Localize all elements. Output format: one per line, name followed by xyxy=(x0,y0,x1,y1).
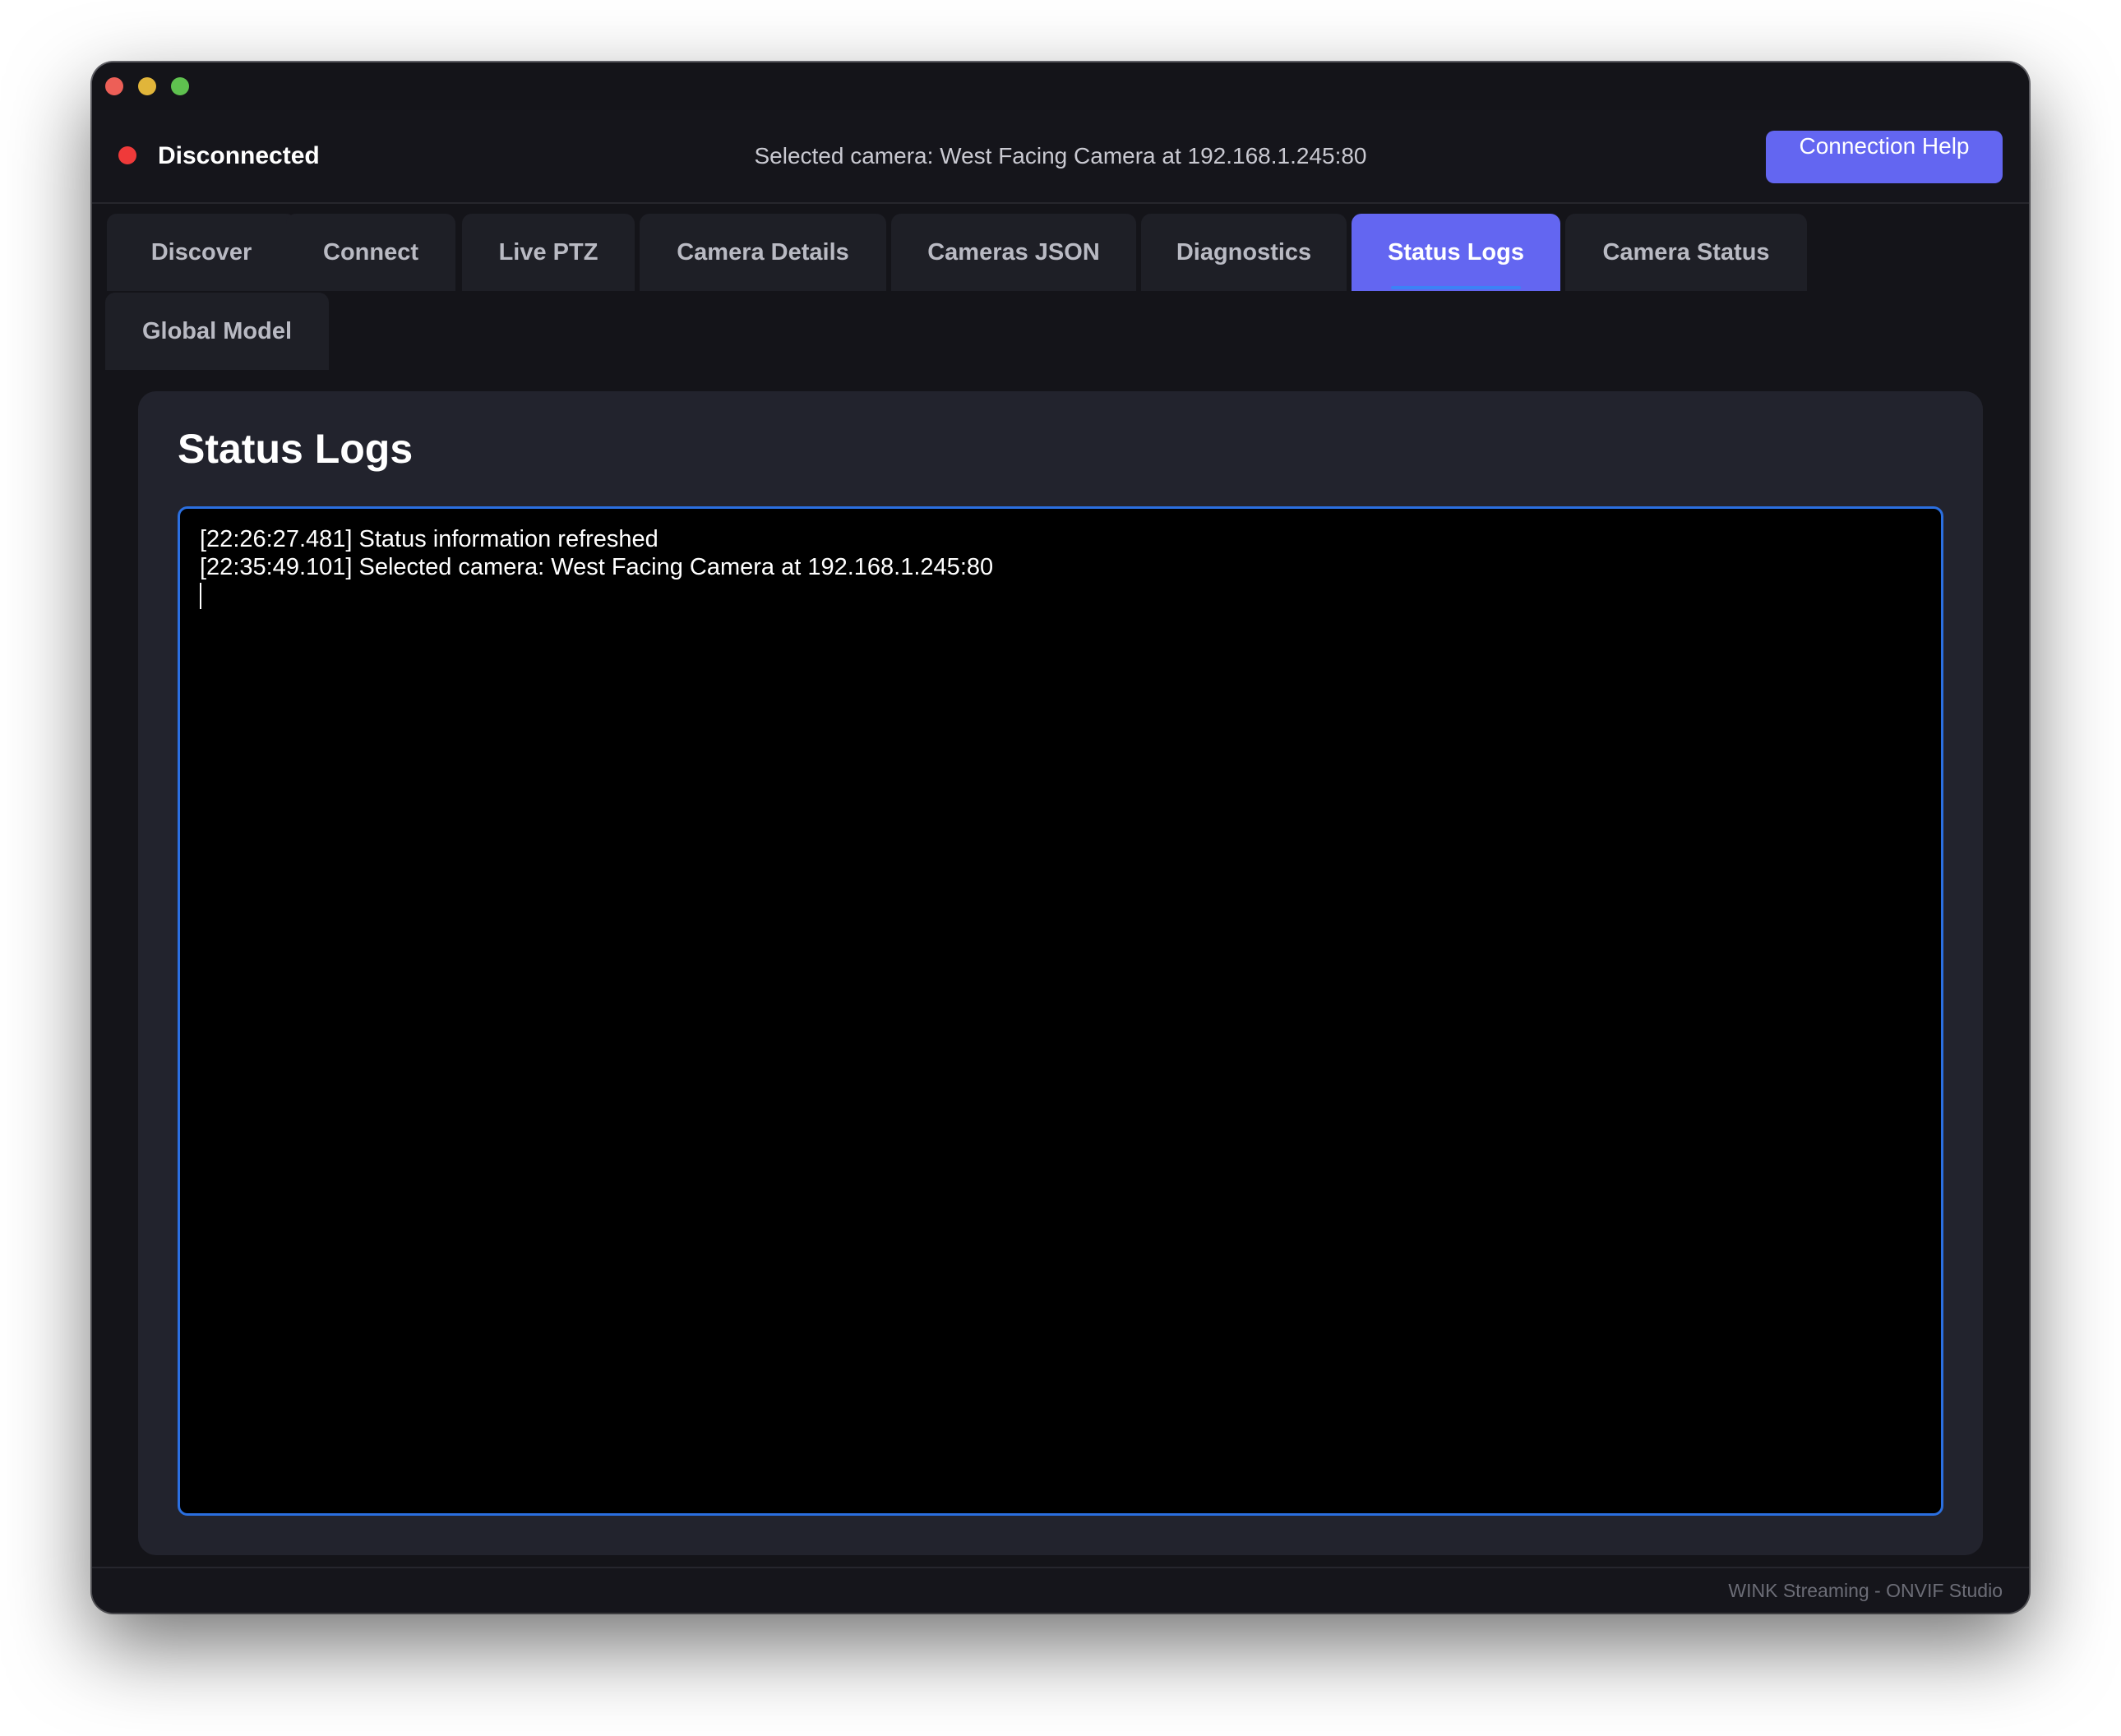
tab-live-ptz[interactable]: Live PTZ xyxy=(462,214,635,291)
tab-camera-details[interactable]: Camera Details xyxy=(640,214,886,291)
title-bar xyxy=(92,62,2029,108)
tab-discover[interactable]: Discover xyxy=(107,214,296,291)
status-log-textarea[interactable]: [22:26:27.481] Status information refres… xyxy=(178,506,1943,1516)
tab-diagnostics[interactable]: Diagnostics xyxy=(1141,214,1347,291)
tab-global-model[interactable]: Global Model xyxy=(105,293,329,370)
tab-status-logs[interactable]: Status Logs xyxy=(1352,214,1560,291)
log-line: [22:26:27.481] Status information refres… xyxy=(200,526,658,552)
text-cursor xyxy=(200,583,201,609)
footer-app-name: WINK Streaming - ONVIF Studio xyxy=(1728,1580,2003,1601)
panel-title: Status Logs xyxy=(178,426,414,472)
active-tab-indicator xyxy=(1391,286,1521,289)
status-logs-panel: Status Logs [22:26:27.481] Status inform… xyxy=(138,391,1983,1555)
selected-camera-text: Selected camera: West Facing Camera at 1… xyxy=(754,143,1367,169)
minimize-window-button[interactable] xyxy=(138,77,156,95)
connection-help-button[interactable]: Connection Help xyxy=(1766,131,2003,183)
app-window: Disconnected Selected camera: West Facin… xyxy=(92,62,2029,1613)
tab-cameras-json[interactable]: Cameras JSON xyxy=(891,214,1136,291)
maximize-window-button[interactable] xyxy=(171,77,189,95)
tab-camera-status[interactable]: Camera Status xyxy=(1565,214,1807,291)
connection-help-label: Connection Help xyxy=(1799,133,1970,159)
connection-status-bar: Disconnected Selected camera: West Facin… xyxy=(92,110,2029,204)
log-line: [22:35:49.101] Selected camera: West Fac… xyxy=(200,554,994,580)
tab-connect[interactable]: Connect xyxy=(286,214,455,291)
tab-status-logs-label: Status Logs xyxy=(1388,239,1524,265)
footer-bar: WINK Streaming - ONVIF Studio xyxy=(92,1567,2029,1613)
close-window-button[interactable] xyxy=(105,77,123,95)
